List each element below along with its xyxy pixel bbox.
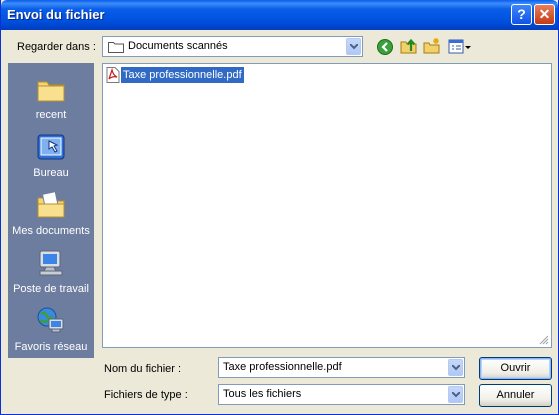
- filename-label: Nom du fichier :: [104, 363, 182, 375]
- open-button[interactable]: Ouvrir: [479, 357, 552, 380]
- place-network[interactable]: Favoris réseau: [8, 305, 94, 363]
- my-documents-icon: [37, 191, 65, 218]
- place-label: Bureau: [33, 167, 69, 179]
- lookin-label: Regarder dans :: [17, 41, 96, 53]
- window-title: Envoi du fichier: [7, 7, 105, 22]
- filename-combobox[interactable]: Taxe professionnelle.pdf: [218, 357, 465, 378]
- desktop-icon: [37, 134, 65, 160]
- chevron-down-icon: [452, 365, 460, 371]
- places-bar: recent Bureau Mes documents Poste de tra…: [8, 63, 94, 358]
- lookin-dropdown-button[interactable]: [346, 38, 361, 55]
- recent-folder-icon: [37, 81, 65, 102]
- place-label: Favoris réseau: [14, 341, 88, 353]
- file-open-dialog: Envoi du fichier ? ✕ Regarder dans : Doc…: [0, 0, 559, 415]
- back-icon[interactable]: [376, 38, 394, 56]
- network-places-icon: [37, 307, 64, 333]
- pdf-file-icon: [106, 67, 120, 83]
- filetype-combobox[interactable]: Tous les fichiers: [218, 384, 465, 405]
- lookin-value: Documents scannés: [128, 40, 228, 52]
- help-button[interactable]: ?: [511, 4, 532, 25]
- view-menu-icon[interactable]: [448, 38, 472, 56]
- place-recent[interactable]: recent: [8, 73, 94, 131]
- filename-dropdown-button[interactable]: [448, 359, 463, 376]
- filetype-value: Tous les fichiers: [223, 388, 302, 400]
- new-folder-icon[interactable]: [423, 37, 441, 55]
- cancel-button[interactable]: Annuler: [479, 384, 552, 407]
- file-list[interactable]: Taxe professionnelle.pdf: [102, 63, 552, 348]
- chevron-down-icon: [452, 392, 460, 398]
- place-my-documents[interactable]: Mes documents: [8, 189, 94, 247]
- filename-input[interactable]: Taxe professionnelle.pdf: [223, 361, 342, 373]
- filetype-label: Fichiers de type :: [104, 389, 188, 401]
- filetype-dropdown-button[interactable]: [448, 386, 463, 403]
- resize-grip-icon[interactable]: [539, 335, 549, 345]
- up-folder-icon[interactable]: [400, 37, 418, 55]
- folder-icon: [108, 42, 124, 53]
- place-label: Mes documents: [12, 225, 90, 237]
- file-name: Taxe professionnelle.pdf: [120, 66, 245, 84]
- place-my-computer[interactable]: Poste de travail: [8, 247, 94, 305]
- lookin-combobox[interactable]: Documents scannés: [102, 36, 363, 57]
- place-desktop[interactable]: Bureau: [8, 131, 94, 189]
- title-bar[interactable]: Envoi du fichier ? ✕: [1, 0, 558, 30]
- place-label: recent: [35, 109, 67, 121]
- place-label: Poste de travail: [13, 283, 89, 295]
- chevron-down-icon: [350, 44, 358, 50]
- my-computer-icon: [39, 250, 63, 276]
- close-button[interactable]: ✕: [534, 4, 555, 25]
